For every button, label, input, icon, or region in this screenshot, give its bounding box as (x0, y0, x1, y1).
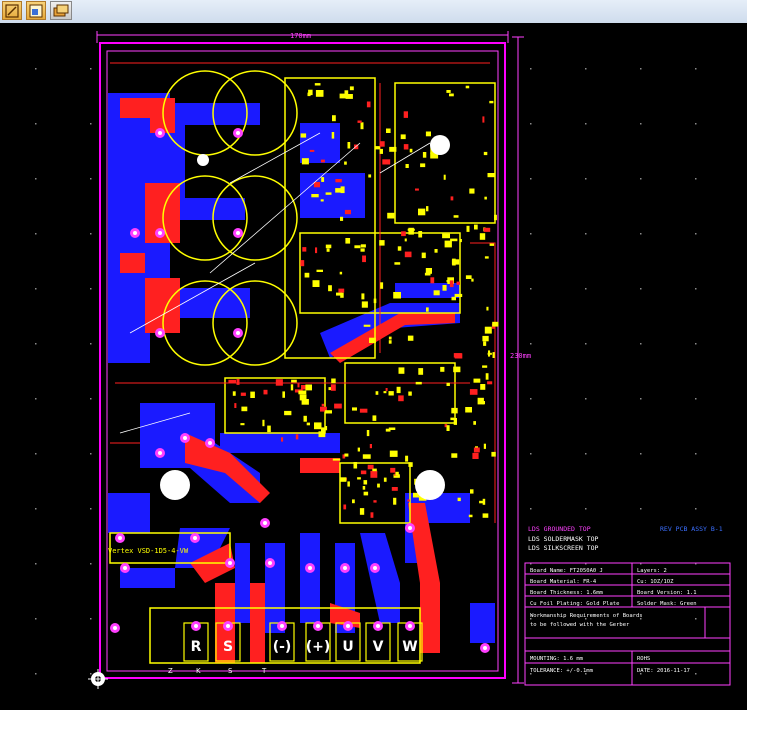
tb-r2c1: Board Material: FR-4 (530, 579, 597, 585)
terminal-hole-4 (346, 624, 350, 628)
terminal-label-4: U (342, 639, 353, 655)
terminal-hole-0 (194, 624, 198, 628)
terminal-label-2: (-) (273, 639, 292, 655)
pcb-drawing: 170mm 230mm Vertex VSD-1D5-4-VW R S (-) … (35, 31, 731, 689)
top-copper (108, 93, 495, 643)
tb-note2: to be followed with the Gerber (530, 622, 630, 628)
window-edge (747, 0, 757, 730)
terminal-label-5: V (373, 639, 384, 655)
zoom-previous-icon (29, 4, 43, 18)
tb-r6c2: ROHS (637, 656, 650, 662)
layer-note-3: LDS SILKSCREEN TOP (528, 544, 599, 552)
pcb-canvas[interactable]: 170mm 230mm Vertex VSD-1D5-4-VW R S (-) … (0, 23, 747, 710)
dimension-height (512, 36, 524, 684)
layer-note-1: LDS GROUNDED TOP (528, 525, 591, 533)
layer-properties-icon (53, 4, 69, 17)
tb-r4c1: Cu Foil Plating: Gold Plate (530, 601, 619, 607)
terminal-label-1: S (223, 639, 233, 655)
zoom-window-button[interactable] (2, 1, 22, 20)
terminal-hole-6 (408, 624, 412, 628)
silk-letter-2: S (228, 667, 233, 675)
origin-marker-icon (88, 669, 108, 689)
tb-r4c2: Solder Mask: Green (637, 601, 697, 607)
tb-r2c2: Cu: 1OZ/1OZ (637, 579, 674, 585)
layer-properties-button[interactable] (50, 1, 72, 20)
tb-r7c1: TOLERANCE: +/-0.1mm (530, 668, 594, 674)
terminal-hole-1 (226, 624, 230, 628)
dimension-width-label: 170mm (290, 32, 311, 40)
terminal-hole-2 (280, 624, 284, 628)
tb-r6c1: MOUNTING: 1.6 mm (530, 656, 584, 662)
zoom-previous-button[interactable] (26, 1, 46, 20)
toolbar (0, 0, 747, 24)
silk-letter-1: K (196, 667, 201, 675)
tb-r1c2: Layers: 2 (637, 568, 667, 574)
silk-letter-3: T (261, 667, 267, 675)
tb-r3c1: Board Thickness: 1.6mm (530, 590, 604, 596)
tb-r1c1: Board Name: FT2050A0 J (530, 568, 603, 574)
dimension-height-label: 230mm (510, 352, 531, 360)
tb-note: Workmanship Requirements of Boards (530, 613, 643, 619)
terminal-hole-5 (376, 624, 380, 628)
layer-note-2: LDS SOLDERMASK TOP (528, 535, 599, 543)
status-area (0, 710, 757, 730)
board-label: Vertex VSD-1D5-4-VW (108, 547, 189, 555)
terminal-label-0: R (191, 639, 202, 655)
terminal-label-3: (+) (306, 639, 331, 655)
terminal-label-6: W (402, 639, 417, 655)
tb-r7c2: DATE: 2016-11-17 (637, 668, 690, 674)
tb-r3c2: Board Version: 1.1 (637, 590, 697, 596)
silk-letter-0: Z (168, 667, 173, 675)
revision-note: REV PCB ASSY B-1 (660, 525, 723, 533)
terminal-hole-3 (316, 624, 320, 628)
zoom-window-icon (5, 4, 19, 18)
